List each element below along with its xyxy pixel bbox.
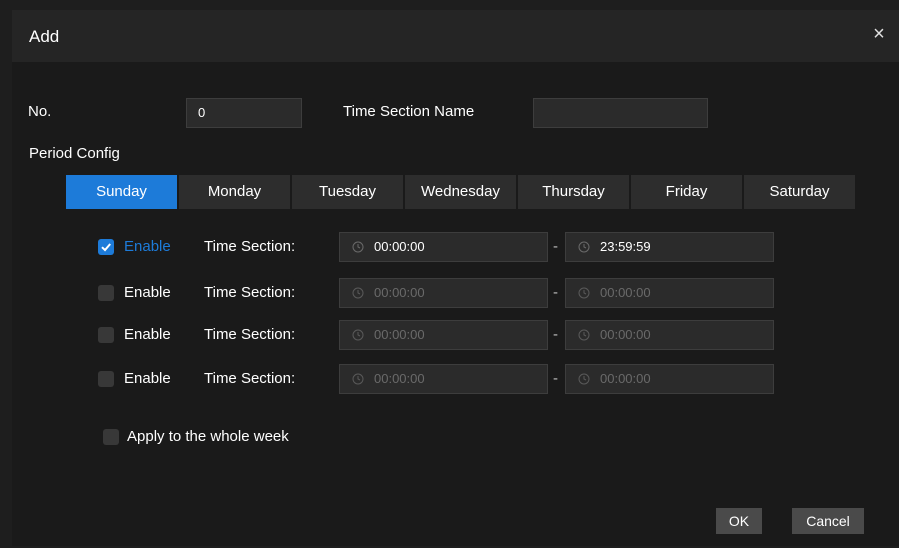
tab-wednesday[interactable]: Wednesday xyxy=(405,175,516,209)
enable-label[interactable]: Enable xyxy=(124,326,171,343)
enable-label[interactable]: Enable xyxy=(124,284,171,301)
end-time-field[interactable]: 23:59:59 xyxy=(565,232,774,262)
time-section-label: Time Section: xyxy=(204,284,296,301)
cancel-button[interactable]: Cancel xyxy=(792,508,864,534)
start-time-value: 00:00:00 xyxy=(374,327,425,342)
period-config-label: Period Config xyxy=(29,145,120,162)
time-section-row: Enable Time Section: 00:00:00 - 00:00:00 xyxy=(12,320,899,350)
clock-icon xyxy=(352,373,364,385)
start-time-field[interactable]: 00:00:00 xyxy=(339,320,548,350)
enable-checkbox[interactable] xyxy=(98,239,114,255)
end-time-value: 00:00:00 xyxy=(600,285,651,300)
start-time-field[interactable]: 00:00:00 xyxy=(339,364,548,394)
enable-checkbox[interactable] xyxy=(98,327,114,343)
end-time-value: 00:00:00 xyxy=(600,371,651,386)
ok-button[interactable]: OK xyxy=(716,508,762,534)
clock-icon xyxy=(578,373,590,385)
time-section-row: Enable Time Section: 00:00:00 - 00:00:00 xyxy=(12,364,899,394)
clock-icon xyxy=(352,241,364,253)
clock-icon xyxy=(352,329,364,341)
add-dialog: Add × No. 0 Time Section Name Period Con… xyxy=(12,10,899,546)
end-time-value: 00:00:00 xyxy=(600,327,651,342)
start-time-value: 00:00:00 xyxy=(374,285,425,300)
end-time-field[interactable]: 00:00:00 xyxy=(565,364,774,394)
enable-label[interactable]: Enable xyxy=(124,238,171,255)
tab-thursday[interactable]: Thursday xyxy=(518,175,629,209)
start-time-field[interactable]: 00:00:00 xyxy=(339,232,548,262)
enable-label[interactable]: Enable xyxy=(124,370,171,387)
apply-week-row: Apply to the whole week xyxy=(12,422,899,452)
range-separator: - xyxy=(553,238,558,255)
clock-icon xyxy=(578,329,590,341)
time-section-label: Time Section: xyxy=(204,238,296,255)
checkmark-icon xyxy=(101,243,111,252)
no-input[interactable]: 0 xyxy=(186,98,302,128)
dialog-titlebar: Add × xyxy=(12,10,899,62)
enable-checkbox[interactable] xyxy=(98,285,114,301)
tab-sunday[interactable]: Sunday xyxy=(66,175,177,209)
range-separator: - xyxy=(553,284,558,301)
range-separator: - xyxy=(553,326,558,343)
end-time-field[interactable]: 00:00:00 xyxy=(565,320,774,350)
no-label: No. xyxy=(28,103,52,120)
close-icon[interactable]: × xyxy=(869,24,889,44)
time-section-name-label: Time Section Name xyxy=(343,103,475,120)
end-time-value: 23:59:59 xyxy=(600,239,651,254)
time-section-label: Time Section: xyxy=(204,326,296,343)
time-section-row: Enable Time Section: 00:00:00 - 00:00:00 xyxy=(12,278,899,308)
tab-saturday[interactable]: Saturday xyxy=(744,175,855,209)
clock-icon xyxy=(578,287,590,299)
time-section-name-input[interactable] xyxy=(533,98,708,128)
range-separator: - xyxy=(553,370,558,387)
start-time-value: 00:00:00 xyxy=(374,371,425,386)
start-time-field[interactable]: 00:00:00 xyxy=(339,278,548,308)
clock-icon xyxy=(352,287,364,299)
time-section-label: Time Section: xyxy=(204,370,296,387)
dialog-title: Add xyxy=(29,27,60,46)
start-time-value: 00:00:00 xyxy=(374,239,425,254)
end-time-field[interactable]: 00:00:00 xyxy=(565,278,774,308)
tab-friday[interactable]: Friday xyxy=(631,175,742,209)
enable-checkbox[interactable] xyxy=(98,371,114,387)
tab-tuesday[interactable]: Tuesday xyxy=(292,175,403,209)
apply-week-checkbox[interactable] xyxy=(103,429,119,445)
tab-monday[interactable]: Monday xyxy=(179,175,290,209)
time-section-row: Enable Time Section: 00:00:00 - 23:59:59 xyxy=(12,232,899,262)
apply-week-label[interactable]: Apply to the whole week xyxy=(127,428,289,445)
clock-icon xyxy=(578,241,590,253)
